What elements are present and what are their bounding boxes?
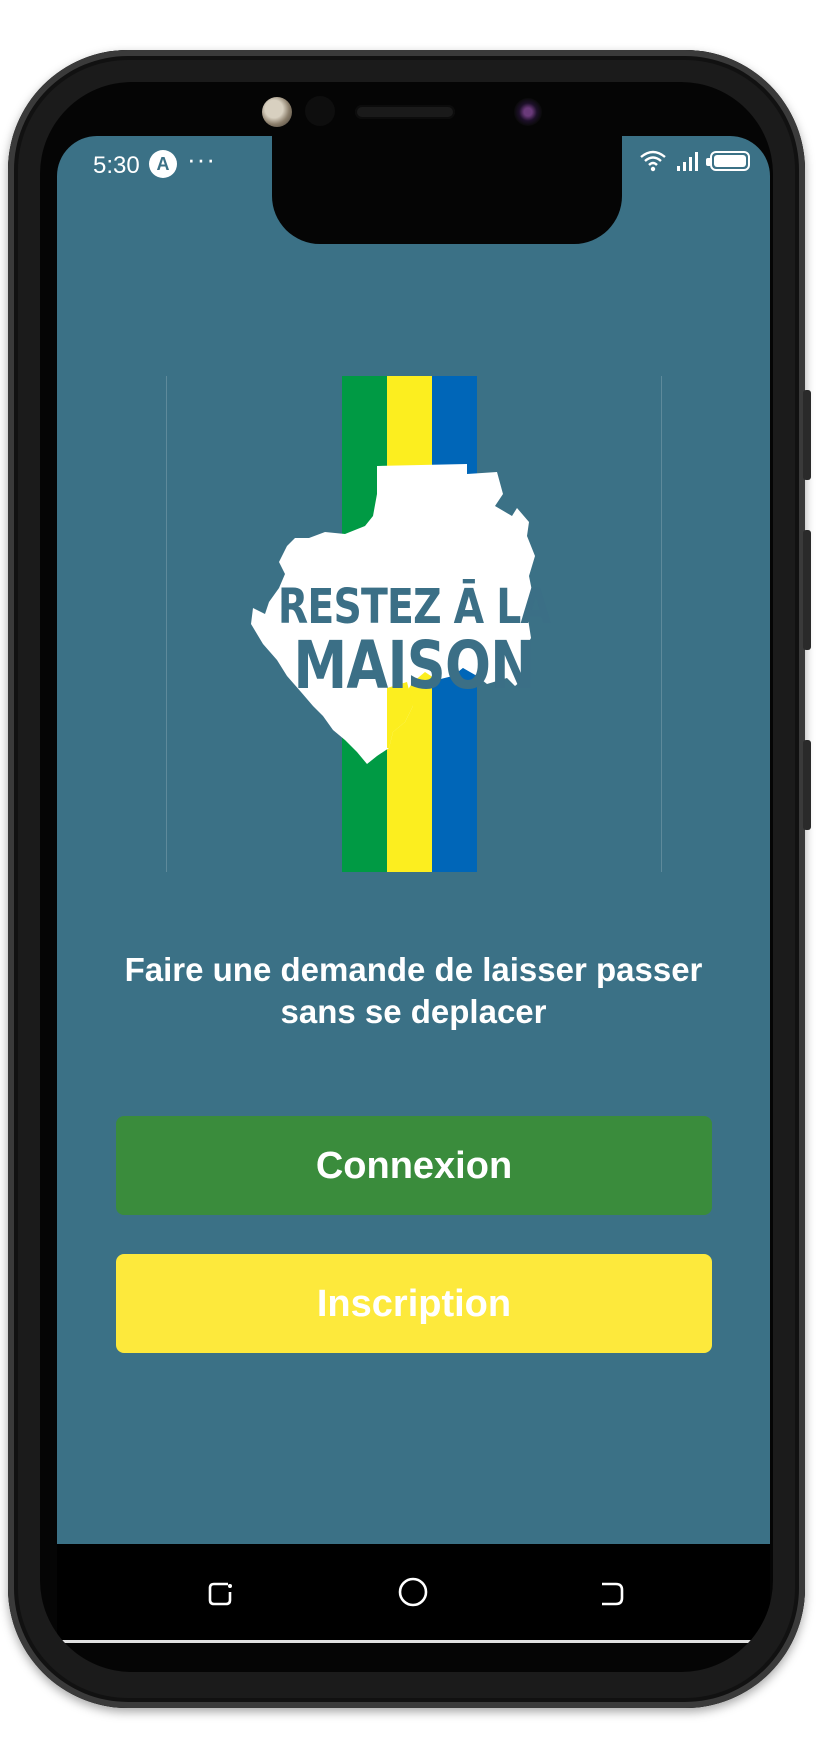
signal-icon <box>677 152 698 171</box>
more-notifications-icon: ··· <box>187 144 216 174</box>
headline-line-2: sans se deplacer <box>280 993 547 1030</box>
proximity-sensor <box>305 96 335 126</box>
back-icon[interactable] <box>594 1574 630 1610</box>
nav-divider-line <box>57 1640 770 1643</box>
volume-button <box>803 530 811 650</box>
power-button <box>803 390 811 480</box>
secondary-camera-icon <box>514 98 542 126</box>
app-notification-icon: A <box>149 150 177 178</box>
battery-icon <box>706 151 750 171</box>
inscription-button[interactable]: Inscription <box>116 1254 712 1353</box>
logo-line-2: MAISON <box>293 627 535 704</box>
phone-frame: 5:30 A ··· RESTEZ Ā LA MAISON Faire une … <box>8 50 811 1708</box>
home-icon[interactable] <box>395 1574 431 1610</box>
wifi-icon <box>640 150 666 172</box>
status-indicators <box>640 150 750 172</box>
status-time: 5:30 <box>93 152 140 179</box>
navigation-bar <box>57 1544 770 1640</box>
connexion-button[interactable]: Connexion <box>116 1116 712 1215</box>
phone-bezel: 5:30 A ··· RESTEZ Ā LA MAISON Faire une … <box>40 82 773 1672</box>
camera-notch <box>272 130 622 244</box>
restez-a-la-maison-logo: RESTEZ Ā LA MAISON <box>166 376 662 872</box>
headline-line-1: Faire une demande de laisser passer <box>124 951 703 988</box>
app-screen: 5:30 A ··· RESTEZ Ā LA MAISON Faire une … <box>57 136 770 1544</box>
earpiece-speaker <box>355 105 455 119</box>
page-headline: Faire une demande de laisser passer sans… <box>57 949 770 1033</box>
front-camera-icon <box>262 97 292 127</box>
recent-apps-icon[interactable] <box>202 1574 238 1610</box>
side-button <box>803 740 811 830</box>
